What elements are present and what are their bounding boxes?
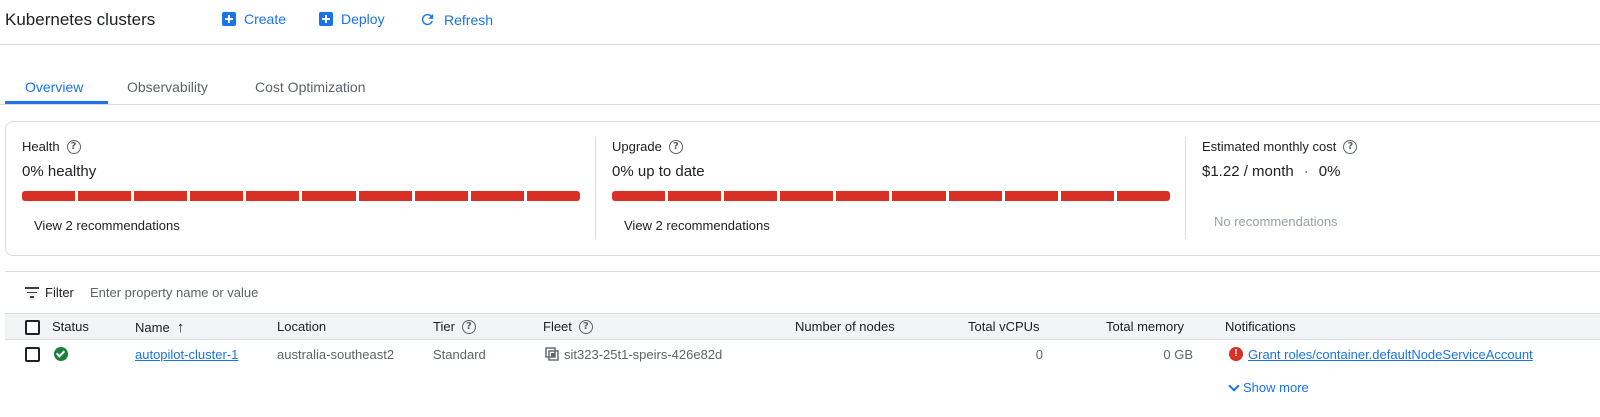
create-button[interactable]: Create bbox=[222, 11, 286, 27]
column-header-name[interactable]: Name ↑ bbox=[135, 319, 184, 336]
help-icon[interactable]: ? bbox=[461, 319, 476, 334]
refresh-icon bbox=[421, 13, 434, 26]
tab-overview[interactable]: Overview bbox=[25, 79, 83, 95]
filter-input[interactable] bbox=[90, 283, 690, 301]
add-box-icon bbox=[222, 12, 236, 26]
summary-card bbox=[5, 121, 1600, 256]
upgrade-label: Upgrade ? bbox=[612, 139, 683, 154]
notification-link[interactable]: Grant roles/container.defaultNodeService… bbox=[1248, 347, 1533, 362]
help-icon[interactable]: ? bbox=[66, 139, 81, 154]
error-icon: ! bbox=[1229, 347, 1243, 361]
health-recommendations-link[interactable]: View 2 recommendations bbox=[34, 218, 180, 233]
memory-cell: 0 GB bbox=[1163, 347, 1193, 362]
cluster-name-link[interactable]: autopilot-cluster-1 bbox=[135, 347, 238, 362]
column-header-vcpus[interactable]: Total vCPUs bbox=[968, 319, 1040, 334]
cost-value: $1.22 / month · 0% bbox=[1202, 163, 1340, 180]
bar-segment bbox=[780, 191, 834, 201]
bar-segment bbox=[724, 191, 778, 201]
health-label: Health ? bbox=[22, 139, 81, 154]
show-more-button[interactable]: Show more bbox=[1228, 379, 1309, 395]
cost-label: Estimated monthly cost ? bbox=[1202, 139, 1358, 154]
bar-segment bbox=[668, 191, 722, 201]
health-value: 0% healthy bbox=[22, 163, 97, 180]
cost-no-recommendations: No recommendations bbox=[1214, 214, 1338, 229]
upgrade-bar bbox=[612, 191, 1170, 201]
column-header-tier[interactable]: Tier ? bbox=[433, 319, 476, 334]
bar-segment bbox=[1060, 191, 1114, 201]
bar-segment bbox=[1116, 191, 1170, 201]
bar-segment bbox=[190, 191, 244, 201]
tabs-divider bbox=[0, 104, 1600, 105]
refresh-button[interactable]: Refresh bbox=[419, 11, 493, 28]
fleet-icon bbox=[545, 347, 559, 361]
column-header-status[interactable]: Status bbox=[52, 319, 89, 334]
fleet-cell: sit323-25t1-speirs-426e82d bbox=[564, 347, 723, 362]
bar-segment bbox=[892, 191, 946, 201]
refresh-label: Refresh bbox=[444, 11, 494, 28]
bar-segment bbox=[358, 191, 412, 201]
help-icon[interactable]: ? bbox=[668, 139, 683, 154]
show-more-label: Show more bbox=[1243, 380, 1309, 395]
create-label: Create bbox=[244, 11, 287, 27]
bar-segment bbox=[302, 191, 356, 201]
help-icon[interactable]: ? bbox=[1343, 139, 1358, 154]
check-circle-icon bbox=[54, 347, 68, 361]
column-header-location[interactable]: Location bbox=[277, 319, 326, 334]
help-icon[interactable]: ? bbox=[578, 319, 593, 334]
cluster-name-cell: autopilot-cluster-1 bbox=[135, 347, 238, 362]
column-header-tier-label: Tier bbox=[433, 319, 455, 334]
tier-cell: Standard bbox=[433, 347, 486, 362]
filter-list-icon[interactable] bbox=[25, 287, 39, 298]
upgrade-value: 0% up to date bbox=[612, 163, 705, 180]
add-box-icon bbox=[319, 12, 333, 26]
upgrade-label-text: Upgrade bbox=[612, 139, 662, 154]
deploy-label: Deploy bbox=[341, 11, 385, 27]
bar-segment bbox=[612, 191, 666, 201]
bar-segment bbox=[1004, 191, 1058, 201]
header-divider bbox=[0, 44, 1600, 45]
sort-arrow-up-icon: ↑ bbox=[176, 319, 185, 336]
column-header-memory[interactable]: Total memory bbox=[1106, 319, 1184, 334]
vcpus-cell: 0 bbox=[1035, 347, 1043, 362]
cost-label-text: Estimated monthly cost bbox=[1202, 139, 1337, 154]
deploy-button[interactable]: Deploy bbox=[319, 11, 385, 27]
cost-amount: $1.22 / month bbox=[1202, 163, 1294, 180]
health-bar bbox=[22, 191, 580, 201]
bar-segment bbox=[414, 191, 468, 201]
column-header-name-label: Name bbox=[135, 320, 170, 335]
bar-segment bbox=[78, 191, 132, 201]
row-checkbox[interactable] bbox=[25, 347, 40, 362]
cost-percent: 0% bbox=[1318, 163, 1341, 180]
select-all-checkbox[interactable] bbox=[25, 320, 40, 335]
bar-segment bbox=[22, 191, 76, 201]
location-cell: australia-southeast2 bbox=[277, 347, 395, 362]
column-header-notifications[interactable]: Notifications bbox=[1225, 319, 1296, 334]
card-divider bbox=[595, 137, 596, 239]
column-header-fleet[interactable]: Fleet ? bbox=[543, 319, 593, 334]
tab-observability[interactable]: Observability bbox=[127, 79, 208, 95]
table-divider bbox=[5, 271, 1600, 272]
bar-segment bbox=[526, 191, 580, 201]
bar-segment bbox=[948, 191, 1002, 201]
column-header-fleet-label: Fleet bbox=[543, 319, 572, 334]
filter-label: Filter bbox=[45, 285, 74, 300]
column-header-nodes[interactable]: Number of nodes bbox=[795, 319, 895, 334]
bar-segment bbox=[470, 191, 524, 201]
dot-separator: · bbox=[1303, 163, 1309, 180]
tab-cost-optimization[interactable]: Cost Optimization bbox=[255, 79, 365, 95]
bar-segment bbox=[246, 191, 300, 201]
bar-segment bbox=[134, 191, 188, 201]
card-divider bbox=[1185, 137, 1186, 239]
chevron-down-icon bbox=[1228, 379, 1240, 392]
bar-segment bbox=[836, 191, 890, 201]
page-title: Kubernetes clusters bbox=[5, 10, 156, 29]
upgrade-recommendations-link[interactable]: View 2 recommendations bbox=[624, 218, 770, 233]
health-label-text: Health bbox=[22, 139, 60, 154]
